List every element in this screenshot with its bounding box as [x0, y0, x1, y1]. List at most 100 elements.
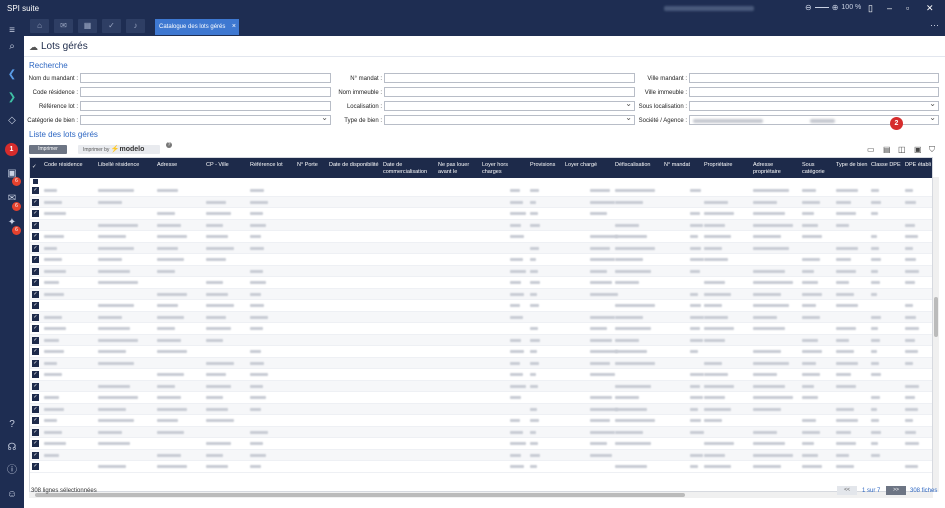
row-checkbox[interactable]: ✓	[32, 267, 39, 275]
window-icon[interactable]: ▣	[914, 145, 922, 154]
reference-lot-input[interactable]	[80, 101, 331, 111]
minimize-icon[interactable]: –	[887, 3, 892, 13]
nom-mandant-input[interactable]	[80, 73, 331, 83]
column-header[interactable]: Type de bien	[836, 162, 869, 169]
table-row[interactable]: ✓	[30, 346, 932, 358]
nav-forward-icon[interactable]: ❯	[5, 91, 19, 105]
num-mandat-input[interactable]	[384, 73, 635, 83]
row-checkbox[interactable]: ✓	[32, 210, 39, 217]
table-row[interactable]: ✓	[30, 403, 932, 415]
filter-checkbox[interactable]	[33, 179, 38, 184]
table-row[interactable]: ✓	[30, 219, 932, 231]
row-checkbox[interactable]: ✓	[32, 451, 39, 459]
help-icon[interactable]: ?	[166, 142, 172, 148]
home-icon[interactable]: ⌂	[30, 19, 49, 33]
table-row[interactable]: ✓	[30, 380, 932, 392]
type-bien-select[interactable]	[384, 113, 635, 125]
column-header[interactable]: Provisions	[530, 162, 563, 169]
column-header[interactable]: Adresse propriétaire	[753, 162, 800, 176]
column-header[interactable]: Code résidence	[44, 162, 96, 169]
row-checkbox[interactable]: ✓	[32, 440, 39, 447]
table-row[interactable]: ✓	[30, 196, 932, 208]
row-checkbox[interactable]: ✓	[32, 279, 39, 286]
table-row[interactable]: ✓	[30, 323, 932, 335]
zoom-out-icon[interactable]: ⊖	[805, 3, 812, 12]
print-button[interactable]: Imprimer	[29, 145, 67, 154]
table-row[interactable]: ✓	[30, 185, 932, 197]
table-row[interactable]: ✓	[30, 392, 932, 404]
table-row[interactable]: ✓	[30, 438, 932, 450]
vertical-scrollbar[interactable]	[933, 177, 939, 492]
calendar-icon[interactable]: ▦	[78, 19, 97, 33]
row-checkbox[interactable]: ✓	[32, 371, 39, 378]
menu-icon[interactable]: ≡	[5, 24, 19, 38]
ville-mandant-input[interactable]	[689, 73, 939, 83]
column-header[interactable]: Date de commercialisation	[383, 162, 436, 176]
document-icon[interactable]: ▯	[868, 3, 873, 14]
close-icon[interactable]: ✕	[926, 3, 934, 14]
row-checkbox[interactable]: ✓	[32, 302, 39, 309]
code-residence-input[interactable]	[80, 87, 331, 97]
column-header[interactable]: N° mandat	[664, 162, 702, 169]
column-header[interactable]: Loyer chargé	[565, 162, 613, 169]
column-header[interactable]: Adresse	[157, 162, 204, 169]
row-checkbox[interactable]: ✓	[32, 359, 39, 367]
row-checkbox[interactable]: ✓	[32, 244, 39, 252]
export-icon[interactable]: ▤	[883, 145, 891, 154]
check-icon[interactable]: ✓	[102, 19, 121, 33]
sous-localisation-select[interactable]	[689, 99, 939, 111]
table-row[interactable]: ✓	[30, 231, 932, 243]
columns-icon[interactable]: ◫	[898, 145, 906, 154]
nav-back-icon[interactable]: ❮	[5, 68, 19, 82]
maximize-icon[interactable]: ▫	[906, 3, 909, 13]
headset-icon[interactable]: ☊	[5, 441, 19, 455]
table-row[interactable]: ✓	[30, 265, 932, 277]
table-row[interactable]: ✓	[30, 288, 932, 300]
column-header[interactable]: Date de disponibilité	[329, 162, 381, 169]
column-header[interactable]: Défiscalisation	[615, 162, 662, 169]
row-checkbox[interactable]: ✓	[32, 325, 39, 332]
ville-immeuble-input[interactable]	[689, 87, 939, 97]
print-modelo-button[interactable]: Imprimer by ⚡modelo	[78, 145, 160, 154]
select-all-checkbox[interactable]: ✓	[32, 164, 37, 171]
column-header[interactable]: DPE établi	[905, 162, 932, 169]
table-row[interactable]: ✓	[30, 311, 932, 323]
comment-icon[interactable]: ▭	[867, 145, 875, 154]
row-checkbox[interactable]: ✓	[32, 394, 39, 401]
zoom-slider[interactable]	[814, 7, 829, 8]
column-header[interactable]: Propriétaire	[704, 162, 751, 169]
column-header[interactable]: Loyer hors charges	[482, 162, 528, 176]
row-checkbox[interactable]: ✓	[32, 336, 39, 344]
table-row[interactable]: ✓	[30, 300, 932, 312]
categorie-bien-select[interactable]	[80, 113, 331, 125]
help-icon[interactable]: ?	[5, 418, 19, 432]
table-row[interactable]: ✓	[30, 254, 932, 266]
column-header[interactable]: Classe DPE	[871, 162, 903, 169]
row-checkbox[interactable]: ✓	[32, 221, 39, 229]
tab-catalogue[interactable]: Catalogue des lots gérés ×	[155, 19, 239, 35]
tab-close-icon[interactable]: ×	[232, 19, 236, 35]
bell-icon[interactable]: ♪	[126, 19, 145, 33]
row-checkbox[interactable]: ✓	[32, 463, 39, 470]
table-row[interactable]: ✓	[30, 415, 932, 427]
row-checkbox[interactable]: ✓	[32, 348, 39, 355]
table-row[interactable]: ✓	[30, 357, 932, 369]
row-checkbox[interactable]: ✓	[32, 198, 39, 206]
row-checkbox[interactable]: ✓	[32, 256, 39, 263]
table-row[interactable]: ✓	[30, 277, 932, 289]
more-icon[interactable]: ⋯	[930, 20, 939, 31]
table-row[interactable]: ✓	[30, 334, 932, 346]
table-row[interactable]: ✓	[30, 208, 932, 220]
row-checkbox[interactable]: ✓	[32, 382, 39, 390]
table-row[interactable]: ✓	[30, 369, 932, 381]
row-checkbox[interactable]: ✓	[32, 417, 39, 424]
column-header[interactable]: Sous catégorie	[802, 162, 834, 176]
horizontal-scrollbar[interactable]	[29, 492, 933, 498]
prev-page-button[interactable]: <<	[837, 486, 857, 495]
column-header[interactable]: N° Porte	[297, 162, 327, 169]
next-page-button[interactable]: >>	[886, 486, 906, 495]
table-row[interactable]: ✓	[30, 426, 932, 438]
column-header[interactable]: Libellé résidence	[98, 162, 155, 169]
user-icon[interactable]: ☺	[5, 488, 19, 502]
zoom-in-icon[interactable]: ⊕	[832, 3, 839, 12]
